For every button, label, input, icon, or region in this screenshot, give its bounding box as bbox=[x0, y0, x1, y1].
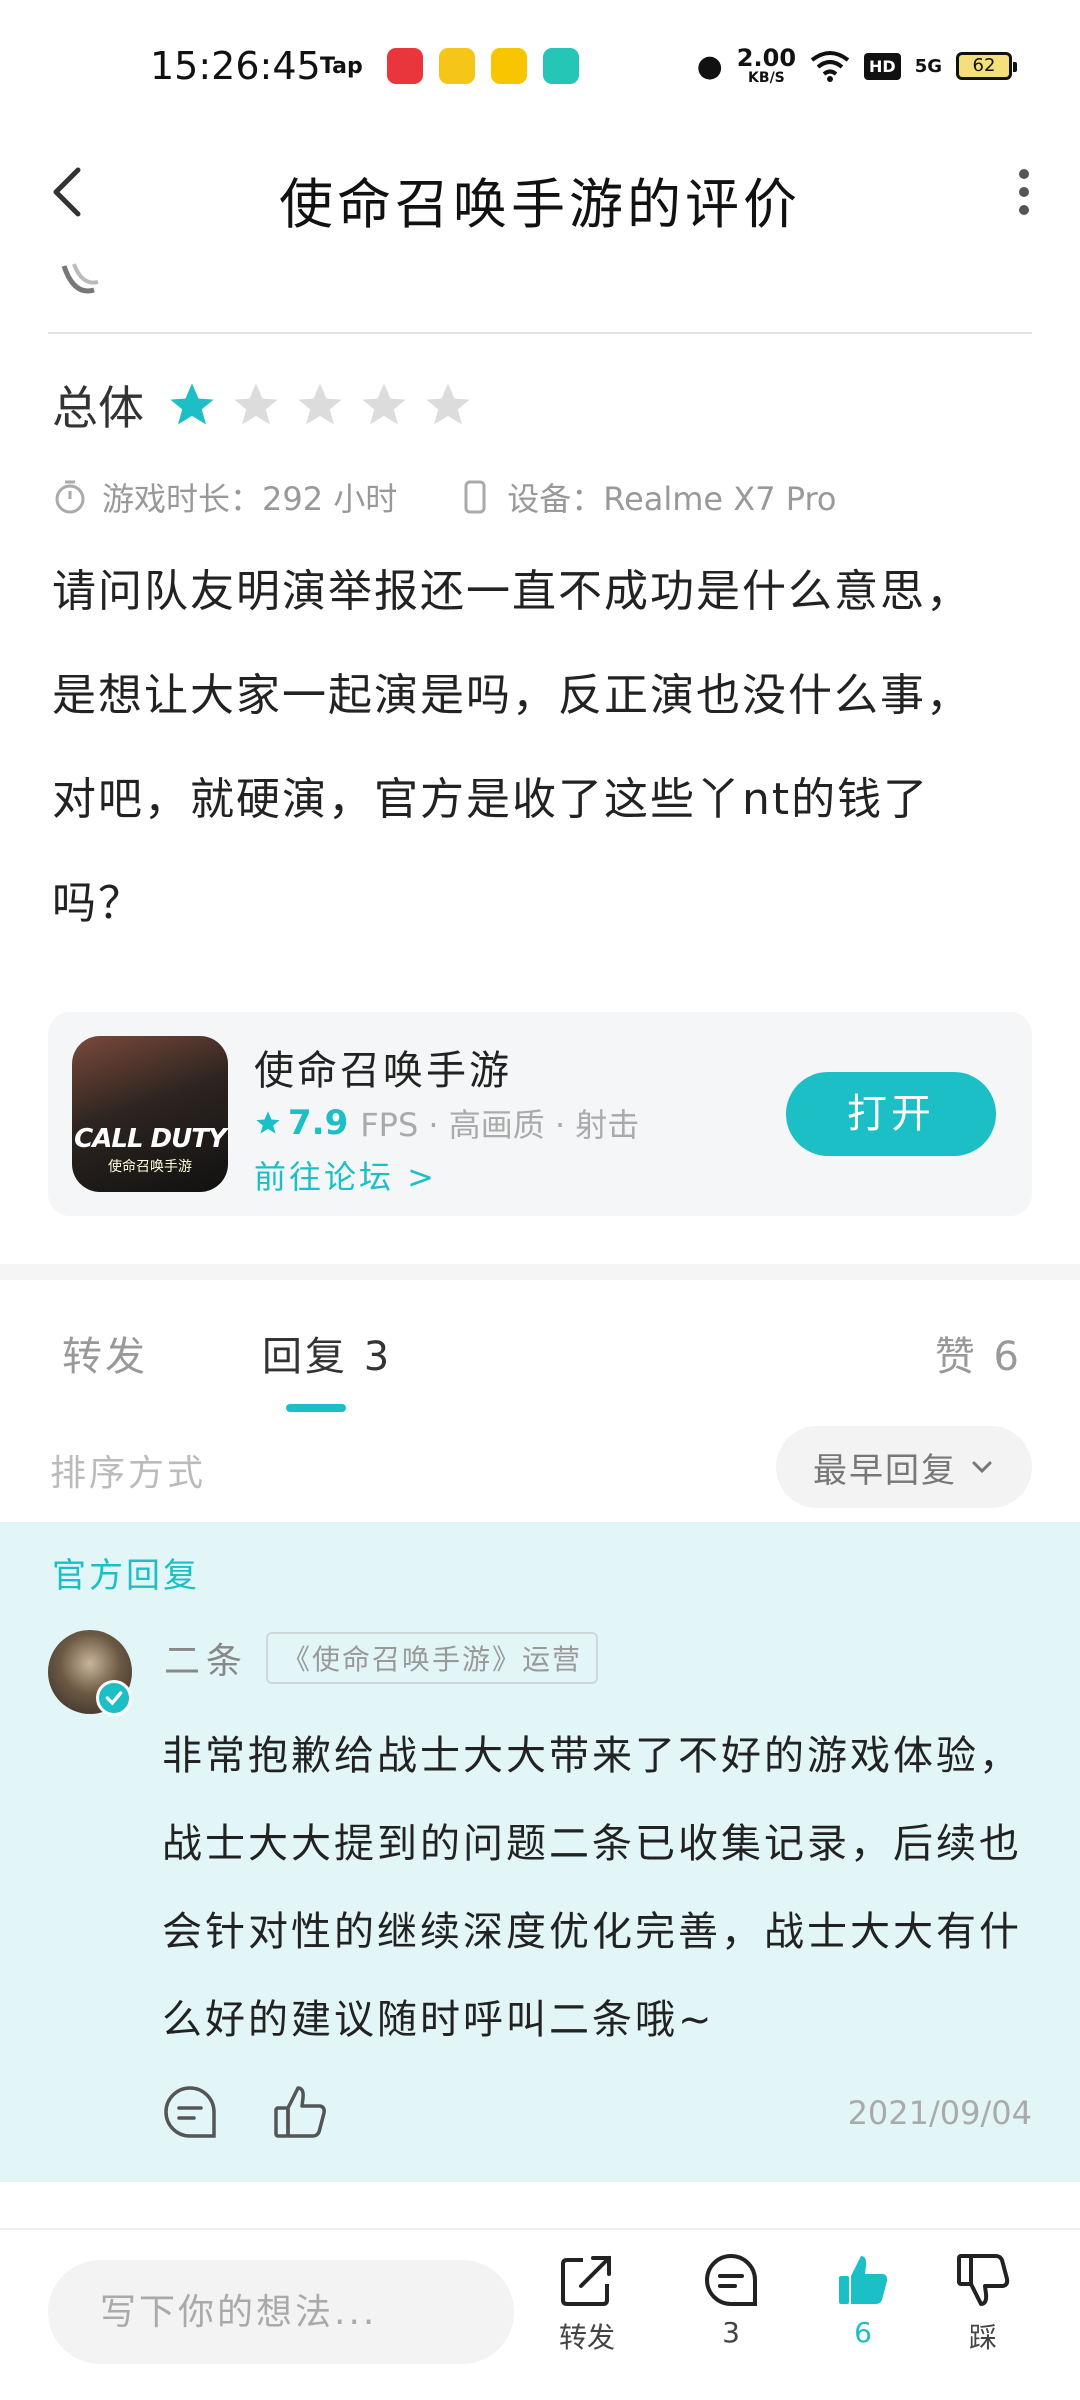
playtime-item: 游戏时长：292 小时 bbox=[52, 474, 397, 520]
tab-reply[interactable]: 回复 3 bbox=[262, 1324, 392, 1382]
music-app-icon bbox=[386, 48, 423, 84]
device-item: 设备：Realme X7 Pro bbox=[457, 474, 837, 520]
game-card[interactable]: CALL DUTY 使命召唤手游 使命召唤手游 7.9 FPS · 高画质 · … bbox=[48, 1012, 1032, 1216]
sort-dropdown[interactable]: 最早回复 bbox=[776, 1426, 1032, 1508]
star-empty-icon bbox=[234, 383, 278, 425]
status-notification-icons: Tap bbox=[320, 48, 579, 84]
comment-count: 3 bbox=[722, 2316, 740, 2349]
wifi-icon bbox=[810, 51, 850, 82]
comment-icon[interactable] bbox=[160, 2082, 220, 2142]
chat-app-icon bbox=[542, 48, 579, 84]
hd-voice-icon: HD bbox=[864, 52, 901, 80]
like-button[interactable]: 6 bbox=[818, 2250, 908, 2349]
game-stats: 7.9 FPS · 高画质 · 射击 bbox=[254, 1100, 639, 1146]
device-text: 设备：Realme X7 Pro bbox=[507, 480, 837, 518]
phone-icon bbox=[464, 480, 486, 514]
chevron-down-icon bbox=[972, 1461, 992, 1474]
rating-label: 总体 bbox=[52, 381, 144, 435]
reply-actions bbox=[160, 2082, 330, 2142]
review-text: 请问队友明演举报还一直不成功是什么意思，是想让大家一起演是吗，反正演也没什么事，… bbox=[52, 566, 972, 929]
game-name: 使命召唤手游 bbox=[254, 1048, 512, 1094]
author-row: 二条 《使命召唤手游》运营 bbox=[164, 1632, 599, 1684]
rating-row: 总体 bbox=[52, 370, 474, 440]
notes-app-icon bbox=[490, 48, 527, 84]
reply-text: 非常抱歉给战士大大带来了不好的游戏体验，战士大大提到的问题二条已收集记录，后续也… bbox=[162, 1733, 1022, 2043]
bottom-action-bar: 转发 3 6 踩 bbox=[0, 2228, 1080, 2400]
star-empty-icon bbox=[298, 383, 342, 425]
comment-button[interactable]: 3 bbox=[686, 2250, 776, 2349]
status-system-icons: ● 2.00 KB/S HD 5G 62 bbox=[696, 44, 1017, 86]
game-score-value: 7.9 bbox=[288, 1103, 349, 1143]
thumbs-up-icon[interactable] bbox=[270, 2082, 330, 2142]
active-tab-indicator bbox=[286, 1404, 346, 1412]
data-saver-icon: ● bbox=[696, 48, 723, 84]
star-icon bbox=[256, 1111, 280, 1134]
network-speed: 2.00 KB/S bbox=[736, 44, 797, 86]
sort-label: 排序方式 bbox=[50, 1453, 207, 1494]
star-rating bbox=[166, 379, 474, 431]
tab-repost[interactable]: 转发 bbox=[62, 1324, 148, 1382]
star-empty-icon bbox=[362, 383, 406, 425]
share-button[interactable]: 转发 bbox=[542, 2250, 632, 2356]
battery-icon: 62 bbox=[956, 52, 1017, 80]
timer-icon bbox=[55, 480, 85, 514]
forum-link[interactable]: 前往论坛 > bbox=[254, 1152, 437, 1198]
taptap-icon: Tap bbox=[320, 53, 363, 79]
scrolled-thumbnail-icon bbox=[61, 263, 99, 294]
game-icon-title: CALL DUTY bbox=[74, 1124, 227, 1154]
thumbs-down-icon bbox=[957, 2254, 1010, 2306]
divider bbox=[48, 332, 1032, 334]
official-reply-label: 官方回复 bbox=[52, 1556, 200, 1596]
reply-date: 2021/09/04 bbox=[847, 2094, 1032, 2132]
more-options-icon[interactable] bbox=[1004, 162, 1044, 222]
status-time: 15:26:45 bbox=[150, 44, 321, 88]
game-app-icon: CALL DUTY 使命召唤手游 bbox=[72, 1036, 228, 1192]
status-bar: 15:26:45 Tap ● 2.00 KB/S HD 5G 62 bbox=[0, 0, 1080, 140]
star-empty-icon bbox=[426, 383, 470, 425]
author-name[interactable]: 二条 bbox=[164, 1632, 248, 1684]
game-tags: FPS · 高画质 · 射击 bbox=[360, 1106, 640, 1144]
tab-bar: 转发 回复 3 赞 6 bbox=[0, 1280, 1080, 1412]
open-game-button[interactable]: 打开 bbox=[786, 1072, 996, 1156]
official-reply: 官方回复 二条 《使命召唤手游》运营 非常抱歉给战士大大带来了不好的游戏体验，战… bbox=[0, 1522, 1080, 2182]
dislike-label: 踩 bbox=[968, 2321, 997, 2354]
section-gap bbox=[0, 1264, 1080, 1280]
sort-value: 最早回复 bbox=[813, 1450, 957, 1491]
signal-icon: 5G bbox=[914, 55, 942, 77]
like-count: 6 bbox=[854, 2316, 872, 2349]
game-score: 7.9 bbox=[254, 1103, 348, 1143]
verified-badge-icon bbox=[96, 1680, 132, 1716]
dislike-button[interactable]: 踩 bbox=[938, 2250, 1028, 2356]
comment-input[interactable] bbox=[48, 2260, 514, 2364]
thumbs-up-filled-icon bbox=[839, 2256, 888, 2304]
star-filled-icon bbox=[170, 383, 214, 425]
comment-bubble-icon bbox=[705, 2253, 757, 2306]
game-icon-subtitle: 使命召唤手游 bbox=[108, 1159, 192, 1175]
page-title: 使命召唤手游的评价 bbox=[279, 173, 801, 236]
tab-likes[interactable]: 赞 6 bbox=[935, 1324, 1022, 1382]
playtime-text: 游戏时长：292 小时 bbox=[102, 480, 398, 518]
share-icon bbox=[561, 2256, 611, 2306]
author-role-tag: 《使命召唤手游》运营 bbox=[266, 1632, 599, 1684]
star-app-icon bbox=[438, 48, 475, 84]
review-meta: 游戏时长：292 小时 设备：Realme X7 Pro bbox=[52, 472, 897, 522]
share-label: 转发 bbox=[558, 2321, 615, 2354]
top-nav-bar: 使命召唤手游的评价 bbox=[0, 140, 1080, 250]
